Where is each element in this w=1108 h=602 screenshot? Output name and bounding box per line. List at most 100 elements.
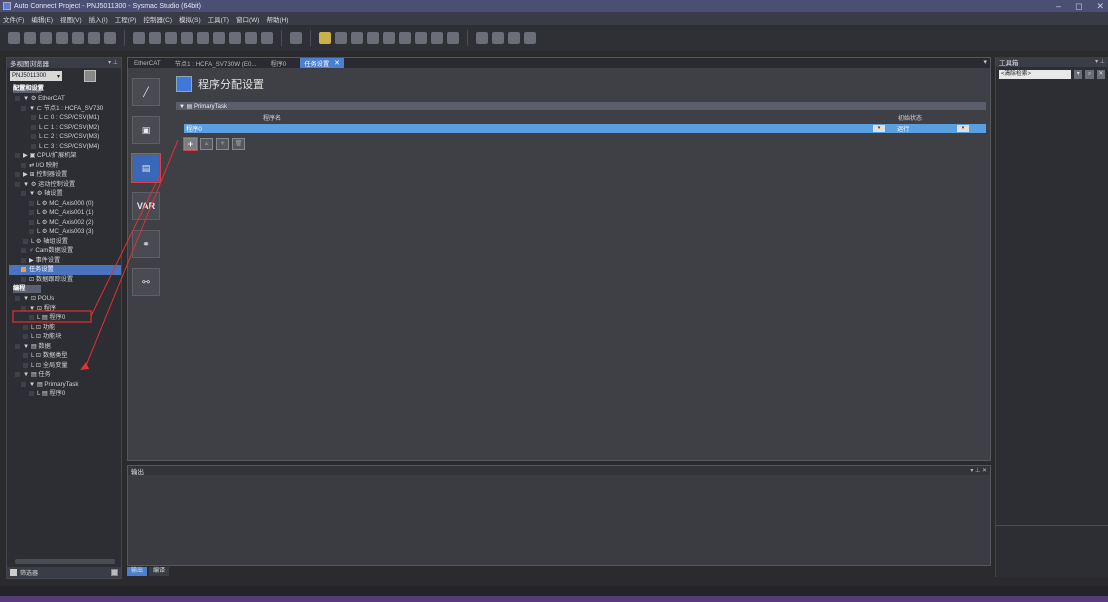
pan-icon[interactable] — [524, 32, 536, 44]
menu-project[interactable]: 工程(P) — [115, 14, 137, 24]
tab-dropdown-icon[interactable]: ▾ — [983, 58, 987, 66]
table-row[interactable]: 程序0 ▾ 运行 ▾ — [184, 124, 986, 133]
horizontal-scrollbar[interactable] — [15, 559, 115, 564]
tree-item-event-settings[interactable]: ▶ 事件设置 — [9, 256, 121, 266]
io-control-icon[interactable]: ▣ — [132, 116, 160, 144]
search-icon[interactable]: ⌕ — [1085, 70, 1094, 79]
undo-icon[interactable] — [72, 32, 84, 44]
tree-item-mc-axis002[interactable]: L ⚙ MC_Axis002 (2) — [9, 218, 121, 228]
tree-item-primary-task[interactable]: ▼ ▤ PrimaryTask — [9, 380, 121, 390]
delete-icon[interactable] — [56, 32, 68, 44]
menu-simulation[interactable]: 模拟(S) — [179, 14, 201, 24]
tree-category-programming[interactable]: 编程 — [13, 285, 41, 293]
zoom-out-icon[interactable] — [508, 32, 520, 44]
tab-output[interactable]: 输出 — [127, 567, 148, 576]
tree-item-data-types[interactable]: L ⊡ 数据类型 — [9, 351, 121, 361]
image-icon[interactable] — [261, 32, 273, 44]
state-dropdown-icon[interactable]: ▾ — [957, 125, 969, 132]
upload-icon[interactable] — [399, 32, 411, 44]
chevron-down-icon[interactable]: ▾ — [1074, 70, 1083, 79]
pin-icon[interactable]: ▾ ⊥ — [108, 59, 118, 66]
menu-help[interactable]: 帮助(H) — [266, 14, 288, 24]
tree-item-data-trace[interactable]: ⊡ 数据跟踪设置 — [9, 275, 121, 285]
monitor-icon[interactable] — [290, 32, 302, 44]
tree-item-programs[interactable]: ▼ ⊡ 程序 — [9, 304, 121, 314]
var-access-icon[interactable]: VAR — [132, 192, 160, 220]
paste-icon[interactable] — [40, 32, 52, 44]
save-icon[interactable] — [104, 32, 116, 44]
program-assignment-icon[interactable]: ▤ — [131, 153, 161, 183]
tree-item-data[interactable]: ▼ ▤ 数据 — [9, 342, 121, 352]
output-pin-icon[interactable]: ▾ ⊥ ✕ — [970, 467, 987, 474]
tree-item-axis-settings[interactable]: ▼ ⚙ 轴设置 — [9, 189, 121, 199]
task-group-header[interactable]: ▼ ▤ PrimaryTask — [176, 102, 986, 110]
program-dropdown-icon[interactable]: ▾ — [873, 125, 885, 132]
toolbox-search-select[interactable]: <清除检索> — [999, 70, 1072, 79]
tree-item-axis-group[interactable]: L ⚙ 轴组设置 — [9, 237, 121, 247]
build-icon[interactable] — [149, 32, 161, 44]
tree-item-axis-m3[interactable]: L ⊏ 2 : CSP/CSV(M3) — [9, 132, 121, 142]
tree-item-motion-settings[interactable]: ▼ ⚙ 运动控制设置 — [9, 180, 121, 190]
tree-item-controller-settings[interactable]: ▶ ⊞ 控制器设置 — [9, 170, 121, 180]
move-up-button[interactable]: ▲ — [200, 138, 213, 150]
redo-icon[interactable] — [88, 32, 100, 44]
tree-item-global-vars[interactable]: L ⊡ 全局变量 — [9, 361, 121, 371]
filter-toggle-icon[interactable] — [111, 569, 118, 576]
move-down-button[interactable]: ▼ — [216, 138, 229, 150]
device-select[interactable]: PNJ5011300 ▾ — [10, 71, 62, 81]
add-program-button[interactable]: + — [183, 137, 198, 151]
task-settings-icon[interactable]: ╱ — [132, 78, 160, 106]
zoom-in-icon[interactable] — [492, 32, 504, 44]
tree-category-config[interactable]: 配置和设置 — [13, 85, 44, 93]
clear-icon[interactable]: ✕ — [1096, 70, 1105, 79]
tree-item-tasks[interactable]: ▼ ▤ 任务 — [9, 370, 121, 380]
tree-item-ethercat[interactable]: ▼ ⚙ EtherCAT — [9, 94, 121, 104]
close-tab-icon[interactable]: ✕ — [334, 59, 340, 67]
cut-icon[interactable] — [8, 32, 20, 44]
tree-item-function-blocks[interactable]: L ⊡ 功能块 — [9, 332, 121, 342]
task-access-icon[interactable]: ⚯ — [132, 268, 160, 296]
sync-icon[interactable] — [367, 32, 379, 44]
tree-item-axis-m1[interactable]: L ⊏ 0 : CSP/CSV(M1) — [9, 113, 121, 123]
stop-icon[interactable] — [431, 32, 443, 44]
tree-item-io-map[interactable]: ⇄ I/O 映射 — [9, 161, 121, 171]
menu-view[interactable]: 视图(V) — [60, 14, 82, 24]
toolbox-pin-icon[interactable]: ▾ ⊥ — [1095, 58, 1105, 65]
maximize-button[interactable]: ◻ — [1075, 1, 1082, 12]
delete-program-button[interactable]: 🗑 — [232, 138, 245, 150]
warning-icon[interactable] — [319, 32, 331, 44]
tab-ethercat[interactable]: EtherCAT — [134, 60, 161, 67]
tree-item-axis-m2[interactable]: L ⊏ 1 : CSP/CSV(M2) — [9, 123, 121, 133]
tab-build[interactable]: 编译 — [149, 567, 170, 576]
font-icon[interactable] — [245, 32, 257, 44]
task-link-icon[interactable]: ⚭ — [132, 230, 160, 258]
filter-icon[interactable] — [10, 569, 17, 576]
menu-controller[interactable]: 控制器(C) — [143, 14, 172, 24]
tree-item-functions[interactable]: L ⊡ 功能 — [9, 323, 121, 333]
tree-item-node1[interactable]: ▼ ⊏ 节点1 : HCFA_SV730 — [9, 104, 121, 114]
menu-insert[interactable]: 插入(I) — [89, 14, 108, 24]
menu-edit[interactable]: 编辑(E) — [31, 14, 53, 24]
tab-program0[interactable]: 程序0 — [271, 59, 287, 68]
tab-node1[interactable]: 节点1 : HCFA_SV730W (E0... — [175, 59, 257, 68]
tree-item-mc-axis000[interactable]: L ⚙ MC_Axis000 (0) — [9, 199, 121, 209]
program-name-cell[interactable]: 程序0 — [186, 124, 202, 133]
online-icon[interactable] — [335, 32, 347, 44]
table-icon[interactable] — [197, 32, 209, 44]
reset-icon[interactable] — [447, 32, 459, 44]
check-icon[interactable] — [165, 32, 177, 44]
initial-state-cell[interactable]: 运行 — [897, 124, 909, 133]
tree-item-pous[interactable]: ▼ ⊡ POUs — [9, 294, 121, 304]
tree-item-cam-data[interactable]: ♂ Cam数据设置 — [9, 246, 121, 256]
list-icon[interactable] — [213, 32, 225, 44]
tree-item-task-settings[interactable]: 任务设置 — [9, 265, 121, 275]
menu-file[interactable]: 文件(F) — [3, 14, 24, 24]
close-button[interactable]: ✕ — [1096, 1, 1104, 12]
tab-task-settings[interactable]: 任务设置 ✕ — [300, 58, 345, 68]
tree-item-task-program0[interactable]: L ▤ 程序0 — [9, 389, 121, 399]
tree-item-axis-m4[interactable]: L ⊏ 3 : CSP/CSV(M4) — [9, 142, 121, 152]
menu-tools[interactable]: 工具(T) — [208, 14, 229, 24]
grid-icon[interactable] — [133, 32, 145, 44]
run-icon[interactable] — [415, 32, 427, 44]
offline-icon[interactable] — [351, 32, 363, 44]
